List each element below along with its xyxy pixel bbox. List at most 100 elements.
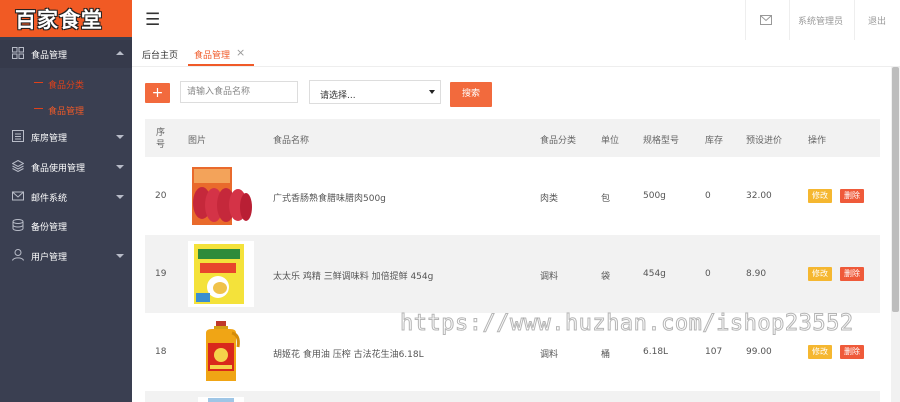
- logo-text: 百家食堂: [15, 8, 103, 32]
- table-row: 20 广式香肠熟食腊味腊肉500g 肉类 包 500g 0 32.00 修改 删…: [145, 157, 880, 235]
- sidebar-item-food-usage[interactable]: 食品使用管理: [0, 153, 132, 181]
- user-menu[interactable]: 系统管理员: [789, 0, 855, 40]
- column-header-price: 预设进价: [746, 136, 783, 146]
- column-header-actions: 操作: [808, 136, 827, 146]
- chicken-essence-product-image: [188, 241, 254, 307]
- logout-button[interactable]: 退出: [854, 0, 900, 40]
- grid-icon: [12, 47, 24, 59]
- sidebar: 百家食堂 食品管理 食品分类 食品管理 库房管理 食品使用管理 邮件系统 备份管…: [0, 0, 132, 402]
- table-row: 19 太太乐 鸡精 三鲜调味料 加倍提鲜 454g 调料 袋 454g 0 8.…: [145, 235, 880, 313]
- cell-name: 太太乐 鸡精 三鲜调味料 加倍提鲜 454g: [273, 272, 434, 282]
- column-header-category: 食品分类: [540, 136, 577, 146]
- column-header-name: 食品名称: [273, 136, 310, 146]
- cell-price: 32.00: [746, 191, 772, 201]
- column-header-stock: 库存: [705, 136, 724, 146]
- sausage-product-image: [192, 167, 252, 225]
- sidebar-item-label: 邮件系统: [31, 194, 68, 204]
- delete-button[interactable]: 删除: [840, 267, 864, 281]
- column-header-spec: 规格型号: [643, 136, 680, 146]
- mail-button[interactable]: [745, 0, 790, 40]
- watermark: https://www.huzhan.com/ishop23552: [400, 311, 854, 337]
- table-header: 序号 图片 食品名称 食品分类 单位 规格型号 库存 预设进价 操作: [145, 119, 880, 157]
- chevron-down-icon: [116, 135, 124, 139]
- chevron-up-icon: [116, 51, 124, 55]
- edit-button[interactable]: 修改: [808, 267, 832, 281]
- cell-unit: 袋: [601, 272, 611, 282]
- delete-button[interactable]: 删除: [840, 345, 864, 359]
- cell-price: 8.90: [746, 269, 767, 279]
- add-button[interactable]: +: [145, 83, 170, 103]
- chevron-down-icon: [116, 254, 124, 258]
- mail-icon: [760, 15, 772, 25]
- table-row: [145, 391, 880, 402]
- chevron-down-icon: [116, 195, 124, 199]
- scrollbar[interactable]: [891, 67, 900, 402]
- sidebar-subitem-label: 食品分类: [48, 81, 85, 91]
- sidebar-item-label: 食品使用管理: [31, 164, 86, 174]
- cell-id: 20: [155, 191, 167, 201]
- cell-unit: 桶: [601, 350, 611, 360]
- tab-label: 后台主页: [142, 51, 179, 61]
- sidebar-subitem-label: 食品管理: [48, 107, 85, 117]
- tab-home[interactable]: 后台主页: [132, 40, 186, 66]
- dash-icon: [34, 108, 43, 109]
- cell-id: 19: [155, 269, 167, 279]
- sidebar-item-label: 食品管理: [31, 51, 68, 61]
- cell-stock: 107: [705, 347, 723, 357]
- delete-button[interactable]: 删除: [840, 189, 864, 203]
- chevron-down-icon: [429, 90, 435, 94]
- mail-icon: [12, 191, 24, 201]
- search-button[interactable]: 搜索: [450, 82, 492, 107]
- cell-stock: 0: [705, 269, 711, 279]
- cell-name: 胡姬花 食用油 压榨 古法花生油6.18L: [273, 350, 424, 360]
- cell-category: 调料: [540, 272, 559, 282]
- logo[interactable]: 百家食堂: [0, 0, 132, 37]
- dash-icon: [34, 82, 43, 83]
- cell-spec: 454g: [643, 269, 666, 279]
- cell-category: 肉类: [540, 194, 559, 204]
- product-image-partial: [198, 397, 244, 402]
- sidebar-subitem-food-category[interactable]: 食品分类: [0, 70, 132, 96]
- sidebar-item-mail[interactable]: 邮件系统: [0, 183, 132, 211]
- tab-bar: 后台主页 食品管理 ×: [132, 40, 900, 67]
- cell-price: 99.00: [746, 347, 772, 357]
- sidebar-item-users[interactable]: 用户管理: [0, 242, 132, 270]
- column-header-image: 图片: [188, 136, 207, 146]
- database-icon: [12, 219, 24, 231]
- layers-icon: [12, 160, 24, 172]
- chevron-down-icon: [116, 165, 124, 169]
- cell-name: 广式香肠熟食腊味腊肉500g: [273, 194, 386, 204]
- cell-unit: 包: [601, 194, 611, 204]
- sidebar-item-label: 库房管理: [31, 134, 68, 144]
- select-value: 请选择...: [320, 91, 356, 101]
- tab-food-management[interactable]: 食品管理 ×: [188, 40, 254, 66]
- column-header-unit: 单位: [601, 136, 620, 146]
- main-content: + 请选择... 搜索 序号 图片 食品名称 食品分类 单位 规格型号 库存 预…: [132, 67, 891, 402]
- sidebar-item-label: 用户管理: [31, 253, 68, 263]
- hamburger-icon[interactable]: ☰: [145, 10, 160, 30]
- sidebar-item-food-management[interactable]: 食品管理: [0, 40, 132, 68]
- cell-id: 18: [155, 347, 167, 357]
- topbar: ☰ 系统管理员 退出: [132, 0, 900, 41]
- scrollbar-thumb[interactable]: [892, 67, 899, 312]
- edit-button[interactable]: 修改: [808, 345, 832, 359]
- user-icon: [12, 249, 24, 261]
- sidebar-item-backup[interactable]: 备份管理: [0, 212, 132, 240]
- username: 系统管理员: [798, 17, 844, 27]
- sidebar-item-warehouse[interactable]: 库房管理: [0, 123, 132, 151]
- sidebar-subitem-food-management[interactable]: 食品管理: [0, 96, 132, 122]
- search-input[interactable]: [180, 81, 298, 103]
- logout-label: 退出: [868, 17, 887, 27]
- column-header-id: 序号: [156, 128, 166, 150]
- edit-button[interactable]: 修改: [808, 189, 832, 203]
- cell-spec: 6.18L: [643, 347, 669, 357]
- sidebar-item-label: 备份管理: [31, 223, 68, 233]
- close-icon[interactable]: ×: [236, 46, 245, 59]
- cell-spec: 500g: [643, 191, 666, 201]
- cell-stock: 0: [705, 191, 711, 201]
- list-icon: [12, 130, 24, 142]
- category-select[interactable]: 请选择...: [309, 80, 441, 104]
- peanut-oil-product-image: [206, 321, 240, 381]
- cell-category: 调料: [540, 350, 559, 360]
- tab-label: 食品管理: [194, 51, 231, 61]
